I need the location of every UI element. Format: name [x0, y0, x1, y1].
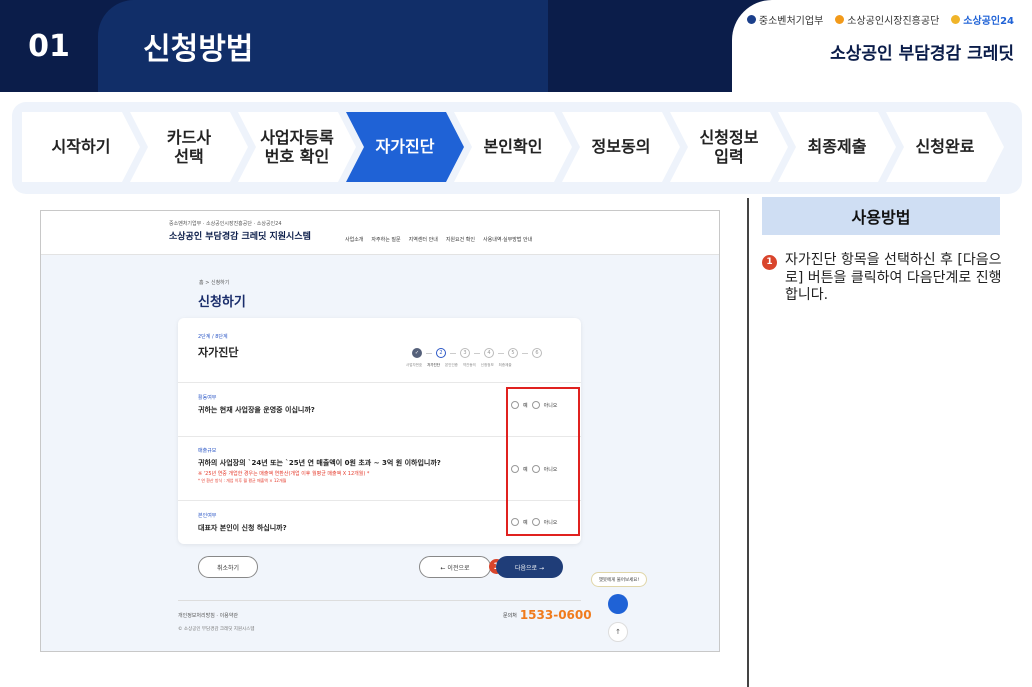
logo-row: 중소벤처기업부 소상공인시장진흥공단 소상공인24	[746, 12, 1014, 27]
site-nav: 사업소개 자주하는 질문 지역센터 안내 지원요건 확인 사용내역·실부방법 안…	[345, 236, 532, 243]
header-subtitle: 소상공인 부담경감 크레딧	[830, 44, 1014, 64]
step-6: 정보동의	[562, 112, 680, 182]
step-8: 최종제출	[778, 112, 896, 182]
step-badge: 1	[762, 255, 777, 270]
step-9: 신청완료	[886, 112, 1004, 182]
step-3: 사업자등록 번호 확인	[238, 112, 356, 182]
question-activity: 활동여부 귀하는 현재 사업장을 운영중 이십니까?	[198, 395, 315, 414]
step-5: 본인확인	[454, 112, 572, 182]
step-1: 시작하기	[22, 112, 140, 182]
section-number: 01	[0, 0, 98, 92]
step-label: 시작하기	[51, 137, 111, 157]
copyright: © 소상공인 부담경감 크레딧 지원시스템	[178, 627, 255, 632]
step-label: 정보동의	[591, 137, 651, 157]
step-7: 신청정보 입력	[670, 112, 788, 182]
nav-item[interactable]: 지원요건 확인	[446, 236, 475, 243]
usage-title: 사용방법	[762, 197, 1000, 235]
cancel-button[interactable]: 취소하기	[198, 556, 258, 578]
progress-step: 6	[532, 348, 542, 358]
usage-instruction: 1 자가진단 항목을 선택하신 후 [다음으로] 버튼을 클릭하여 다음단계로 …	[762, 252, 1012, 305]
breadcrumb: 홈 > 신청하기	[199, 280, 230, 286]
step-label: 카드사 선택	[166, 127, 212, 166]
step-label: 자가진단	[375, 137, 435, 157]
nav-item[interactable]: 자주하는 질문	[371, 236, 400, 243]
instruction-text: 자가진단 항목을 선택하신 후 [다음으로] 버튼을 클릭하여 다음단계로 진행…	[785, 252, 1002, 303]
nav-item[interactable]: 사업소개	[345, 236, 363, 243]
prev-button[interactable]: ← 이전으로	[419, 556, 491, 578]
header-brand: 중소벤처기업부 소상공인시장진흥공단 소상공인24 소상공인 부담경감 크레딧	[732, 0, 1032, 92]
step-label: 최종제출	[807, 137, 867, 157]
step-label: 신청완료	[915, 137, 975, 157]
agency-logo: 소상공인시장진흥공단	[835, 12, 939, 27]
site-logos: 중소벤처기업부 · 소상공인시장진흥공단 · 소상공인24	[169, 221, 282, 227]
site-brand: 중소벤처기업부 · 소상공인시장진흥공단 · 소상공인24 소상공인 부담경감 …	[169, 221, 311, 242]
steps-bar: 시작하기 카드사 선택 사업자등록 번호 확인 자가진단 본인확인 정보동의 신청정보 입력…	[12, 102, 1022, 194]
chat-icon[interactable]	[608, 594, 628, 614]
nav-item[interactable]: 사용내역·실부방법 안내	[483, 236, 532, 243]
step-2: 카드사 선택	[130, 112, 248, 182]
step-label: 신청정보 입력	[699, 127, 759, 166]
ministry-logo: 중소벤처기업부	[746, 12, 823, 27]
page-title: 신청하기	[198, 295, 246, 310]
progress-step: 2	[436, 348, 446, 358]
step-label: 본인확인	[483, 137, 543, 157]
question-sales: 매출규모 귀하의 사업장의 `24년 또는 `25년 연 매출액이 0원 초과 …	[198, 448, 441, 483]
progress-step: 5	[508, 348, 518, 358]
divider	[747, 198, 749, 687]
progress-indicator: ✓ 2 3 4 5 6	[412, 348, 542, 358]
answer-highlight-box	[506, 387, 580, 536]
progress-step: 3	[460, 348, 470, 358]
chatbot-bubble[interactable]: 챗봇에게 물어보세요!	[591, 572, 647, 587]
card-title: 자가진단	[198, 346, 239, 359]
step-label: 사업자등록 번호 확인	[260, 127, 334, 166]
section-title: 신청방법	[98, 0, 548, 92]
next-button[interactable]: 다음으로 →	[496, 556, 563, 578]
scroll-top-icon[interactable]: ↑	[608, 622, 628, 642]
question-owner: 본인여부 대표자 본인이 신청 하십니까?	[198, 513, 287, 532]
progress-labels: 사업자번호 자가진단 본인인증 약관동의 신청정보 최종제출	[406, 363, 512, 367]
contact-phone: 문의처 1533-0600	[503, 608, 592, 622]
progress-step: 4	[484, 348, 494, 358]
step-count: 2단계 / 8단계	[198, 334, 228, 340]
screenshot-panel: 중소벤처기업부 · 소상공인시장진흥공단 · 소상공인24 소상공인 부담경감 …	[40, 210, 720, 652]
nav-item[interactable]: 지역센터 안내	[409, 236, 438, 243]
sosang24-logo: 소상공인24	[951, 12, 1014, 27]
site-topbar: 중소벤처기업부 · 소상공인시장진흥공단 · 소상공인24 소상공인 부담경감 …	[41, 211, 719, 255]
footer-links[interactable]: 개인정보처리방침 · 이용약관	[178, 612, 238, 619]
step-4: 자가진단	[346, 112, 464, 182]
header: 01 신청방법 중소벤처기업부 소상공인시장진흥공단 소상공인24 소상공인 부…	[0, 0, 1032, 92]
check-icon: ✓	[412, 348, 422, 358]
